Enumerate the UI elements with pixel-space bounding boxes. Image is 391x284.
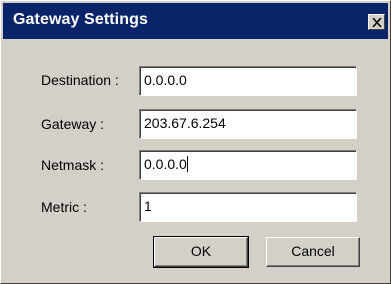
gateway-settings-dialog: Gateway Settings Destination : 0.0.0.0 G… [0, 0, 391, 284]
gateway-input[interactable]: 203.67.6.254 [139, 109, 357, 139]
destination-input[interactable]: 0.0.0.0 [139, 66, 357, 96]
ok-button[interactable]: OK [153, 236, 249, 268]
gateway-value: 203.67.6.254 [144, 115, 226, 131]
close-button[interactable] [368, 14, 385, 30]
metric-value: 1 [144, 198, 152, 214]
destination-label: Destination : [41, 72, 119, 88]
destination-value: 0.0.0.0 [144, 72, 187, 88]
metric-input[interactable]: 1 [139, 192, 357, 222]
cancel-button[interactable]: Cancel [266, 237, 360, 267]
metric-label: Metric : [41, 199, 87, 215]
netmask-label: Netmask : [41, 157, 105, 173]
gateway-label: Gateway : [41, 116, 105, 132]
dialog-title: Gateway Settings [13, 11, 148, 28]
netmask-input[interactable]: 0.0.0.0 [139, 150, 357, 180]
netmask-value: 0.0.0.0 [144, 156, 187, 172]
text-caret [186, 156, 188, 172]
title-bar[interactable]: Gateway Settings [3, 3, 388, 39]
close-icon [372, 18, 382, 27]
